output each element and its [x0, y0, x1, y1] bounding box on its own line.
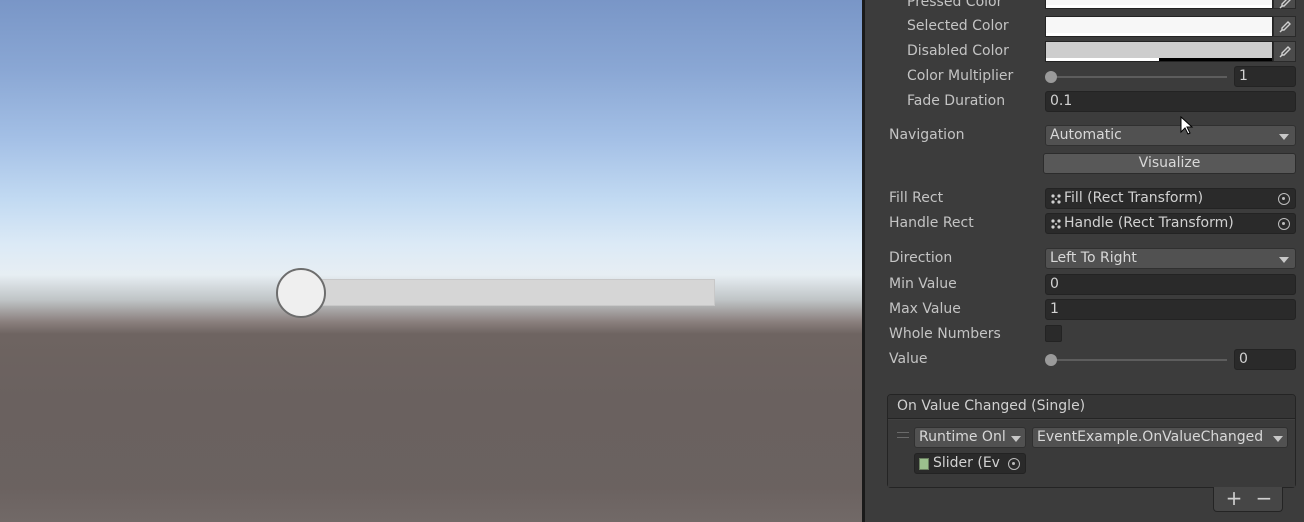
rect-transform-icon — [1051, 194, 1061, 204]
min-value-field[interactable]: 0 — [1045, 274, 1296, 295]
handle-rect-value: Handle (Rect Transform) — [1064, 215, 1234, 231]
fill-rect-label: Fill Rect — [889, 190, 944, 206]
value-row: Value 0 — [865, 349, 1304, 371]
target-object-field[interactable]: Slider (Ev — [914, 453, 1026, 474]
disabled-color-eyedropper[interactable] — [1273, 41, 1296, 62]
direction-dropdown[interactable]: Left To Right — [1045, 248, 1296, 269]
direction-row: Direction Left To Right — [865, 248, 1304, 270]
rect-transform-icon — [1051, 219, 1061, 229]
runtime-mode-dropdown[interactable]: Runtime Onl — [914, 427, 1026, 448]
value-slider-track[interactable] — [1051, 359, 1227, 361]
selected-color-swatch[interactable] — [1045, 16, 1273, 37]
color-multiplier-field[interactable]: 1 — [1234, 66, 1296, 87]
eyedropper-icon — [1279, 46, 1291, 58]
value-label: Value — [889, 351, 928, 367]
fill-rect-field[interactable]: Fill (Rect Transform) — [1045, 188, 1296, 209]
disabled-color-swatch[interactable] — [1045, 41, 1273, 62]
value-slider-knob[interactable] — [1045, 354, 1057, 366]
dropdown-caret-icon — [1011, 436, 1021, 442]
max-value-field[interactable]: 1 — [1045, 299, 1296, 320]
fade-duration-label: Fade Duration — [907, 93, 1006, 109]
function-dropdown[interactable]: EventExample.OnValueChanged — [1032, 427, 1288, 448]
remove-listener-button[interactable]: − — [1249, 487, 1279, 511]
direction-label: Direction — [889, 250, 953, 266]
min-value-label: Min Value — [889, 276, 957, 292]
add-listener-button[interactable]: + — [1219, 487, 1249, 511]
eyedropper-icon — [1279, 0, 1291, 9]
handle-rect-field[interactable]: Handle (Rect Transform) — [1045, 213, 1296, 234]
object-picker-icon[interactable] — [1008, 458, 1020, 470]
scene-view[interactable] — [0, 0, 862, 522]
disabled-color-row: Disabled Color — [865, 41, 1304, 63]
inspector-panel: Pressed Color Selected Color Disabled Co… — [865, 0, 1304, 522]
fill-rect-value: Fill (Rect Transform) — [1064, 190, 1204, 206]
navigation-row: Navigation Automatic — [865, 125, 1304, 147]
ground-haze — [0, 486, 862, 522]
selected-color-eyedropper[interactable] — [1273, 16, 1296, 37]
handle-rect-label: Handle Rect — [889, 215, 974, 231]
whole-numbers-row: Whole Numbers — [865, 324, 1304, 346]
event-header: On Value Changed (Single) — [888, 395, 1295, 419]
scene-slider-handle[interactable] — [276, 268, 326, 318]
pressed-color-swatch[interactable] — [1045, 0, 1273, 9]
dropdown-caret-icon — [1279, 134, 1289, 140]
scene-slider-track[interactable] — [300, 279, 715, 306]
selected-color-row: Selected Color — [865, 16, 1304, 38]
target-object-value: Slider (Ev — [933, 455, 1000, 471]
event-add-remove-bar: + − — [1213, 487, 1283, 512]
whole-numbers-checkbox[interactable] — [1045, 325, 1062, 342]
navigation-label: Navigation — [889, 127, 965, 143]
max-value-row: Max Value 1 — [865, 299, 1304, 321]
disabled-color-label: Disabled Color — [907, 43, 1009, 59]
fill-rect-row: Fill Rect Fill (Rect Transform) — [865, 188, 1304, 210]
whole-numbers-label: Whole Numbers — [889, 326, 1001, 342]
runtime-mode-value: Runtime Onl — [919, 429, 1006, 445]
eyedropper-icon — [1279, 21, 1291, 33]
color-multiplier-label: Color Multiplier — [907, 68, 1014, 84]
visualize-button[interactable]: Visualize — [1043, 153, 1296, 174]
dropdown-caret-icon — [1273, 436, 1283, 442]
value-field[interactable]: 0 — [1234, 349, 1296, 370]
min-value-row: Min Value 0 — [865, 274, 1304, 296]
alpha-bar-fill — [1046, 58, 1159, 61]
fade-duration-row: Fade Duration 0.1 — [865, 91, 1304, 113]
script-icon — [919, 458, 929, 470]
pressed-color-eyedropper[interactable] — [1273, 0, 1296, 9]
max-value-label: Max Value — [889, 301, 961, 317]
pressed-color-row: Pressed Color — [865, 0, 1304, 14]
color-multiplier-row: Color Multiplier 1 — [865, 66, 1304, 88]
navigation-dropdown[interactable]: Automatic — [1045, 125, 1296, 146]
event-title: On Value Changed (Single) — [897, 398, 1086, 414]
direction-value: Left To Right — [1050, 250, 1137, 266]
function-value: EventExample.OnValueChanged — [1037, 429, 1264, 445]
object-picker-icon[interactable] — [1278, 218, 1290, 230]
color-multiplier-slider-track[interactable] — [1051, 76, 1227, 78]
handle-rect-row: Handle Rect Handle (Rect Transform) — [865, 213, 1304, 235]
pressed-color-label: Pressed Color — [907, 0, 1003, 10]
color-multiplier-slider-knob[interactable] — [1045, 71, 1057, 83]
drag-handle-icon[interactable] — [897, 432, 909, 438]
dropdown-caret-icon — [1279, 257, 1289, 263]
mouse-cursor-icon — [1180, 116, 1194, 135]
object-picker-icon[interactable] — [1278, 193, 1290, 205]
selected-color-label: Selected Color — [907, 18, 1009, 34]
fade-duration-field[interactable]: 0.1 — [1045, 91, 1296, 112]
alpha-bar — [1046, 33, 1272, 36]
event-listener-list: Runtime Onl EventExample.OnValueChanged … — [888, 420, 1295, 487]
alpha-bar — [1046, 5, 1272, 8]
navigation-value: Automatic — [1050, 127, 1122, 143]
on-value-changed-event: On Value Changed (Single) Runtime Onl Ev… — [887, 394, 1296, 488]
